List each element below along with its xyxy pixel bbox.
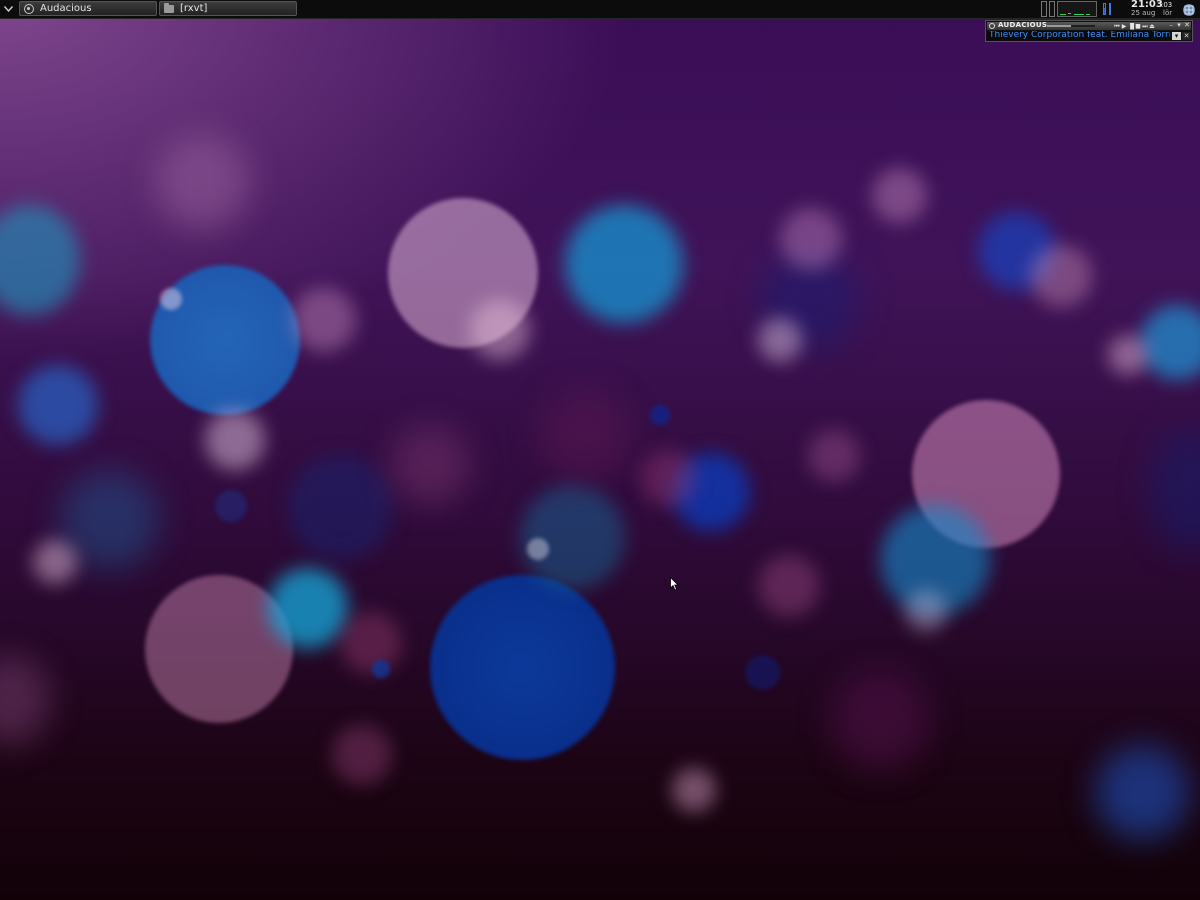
bokeh-circle (205, 410, 265, 470)
bokeh-circle (872, 168, 927, 223)
bokeh-circle (758, 555, 820, 617)
bokeh-circle (155, 135, 250, 230)
bokeh-circle (33, 540, 77, 584)
top-panel: Audacious [rxvt] 21:03 :03 25 aug lör (0, 0, 1200, 19)
folder-icon (164, 2, 174, 13)
player-controls: ⏮ ▶ ▐▌ ■ ⏭ ⏏ (1114, 22, 1155, 30)
taskbar-item-label: Audacious (40, 3, 92, 14)
taskbar-item-rxvt[interactable]: [rxvt] (159, 1, 297, 16)
bokeh-circle (292, 288, 356, 352)
bokeh-circle (780, 208, 842, 270)
bokeh-circle (1140, 305, 1200, 380)
bokeh-circle (1030, 245, 1092, 307)
song-title-bar[interactable]: Thievery Corporation feat. Emiliana Torr… (987, 31, 1170, 41)
chevron-down-icon[interactable] (1, 1, 16, 17)
bokeh-circle (1150, 430, 1200, 550)
close-icon[interactable]: ✕ (1184, 22, 1190, 29)
menu-dropdown-icon[interactable]: ▾ (1172, 32, 1181, 40)
cpu-graph[interactable] (1041, 1, 1055, 17)
bokeh-circle (540, 390, 630, 480)
player-window-buttons: – ▾ ✕ (1168, 22, 1190, 29)
taskbar-item-label: [rxvt] (180, 3, 208, 14)
stop-icon[interactable]: ■ (1135, 23, 1141, 30)
bokeh-circle (640, 450, 696, 506)
clock-date: 25 aug (1131, 9, 1156, 17)
bokeh-circle (1095, 745, 1190, 840)
taskbar-item-audacious[interactable]: Audacious (19, 1, 157, 16)
tray-app-icon[interactable] (1182, 2, 1196, 16)
clock-day: lör (1163, 9, 1173, 17)
bokeh-circle (1108, 335, 1148, 375)
previous-icon[interactable]: ⏮ (1114, 23, 1120, 30)
next-icon[interactable]: ⏭ (1142, 23, 1148, 30)
bokeh-circle (808, 430, 860, 482)
bokeh-circle (758, 318, 802, 362)
close-icon[interactable]: ✕ (1182, 32, 1191, 40)
shade-icon[interactable]: ▾ (1176, 22, 1182, 29)
song-bar-buttons: ▾ ✕ (1172, 32, 1191, 40)
desktop-wallpaper (0, 0, 1200, 900)
eject-icon[interactable]: ⏏ (1149, 23, 1155, 30)
bokeh-circle (745, 655, 780, 690)
bokeh-circle (430, 575, 615, 760)
bokeh-circle (905, 590, 947, 632)
bokeh-circle (390, 425, 470, 505)
play-icon[interactable]: ▶ (1121, 23, 1127, 30)
bokeh-circle (160, 288, 182, 310)
audacious-player[interactable]: AUDACIOUS ⏮ ▶ ▐▌ ■ ⏭ ⏏ – ▾ ✕ Thievery Co… (985, 20, 1193, 42)
mouse-cursor-icon (670, 576, 680, 591)
audacious-logo-icon (989, 23, 995, 29)
bokeh-circle (672, 768, 716, 812)
bokeh-circle (470, 300, 530, 360)
bokeh-circle (215, 490, 247, 522)
bokeh-circle (527, 538, 549, 560)
system-tray: 21:03 :03 25 aug lör (1035, 0, 1200, 18)
bokeh-circle (268, 568, 348, 648)
bokeh-circle (288, 455, 393, 560)
player-app-name: AUDACIOUS (998, 21, 1048, 29)
bokeh-circle (0, 205, 80, 315)
bokeh-circle (18, 365, 98, 445)
audacious-icon (24, 3, 34, 14)
bokeh-circle (830, 670, 930, 770)
bokeh-circle (650, 405, 670, 425)
bokeh-circle (565, 205, 683, 323)
pause-icon[interactable]: ▐▌ (1128, 23, 1134, 30)
network-graph[interactable] (1057, 1, 1097, 17)
memory-meter[interactable] (1103, 3, 1111, 15)
bokeh-circle (372, 660, 390, 678)
clock-seconds: :03 (1161, 1, 1173, 9)
minimize-icon[interactable]: – (1168, 22, 1174, 29)
bokeh-circle (332, 725, 392, 785)
bokeh-circle (0, 655, 50, 745)
seek-bar[interactable] (1047, 25, 1095, 27)
now-playing-text: Thievery Corporation feat. Emiliana Torr… (989, 31, 1170, 40)
player-titlebar[interactable]: AUDACIOUS ⏮ ▶ ▐▌ ■ ⏭ ⏏ – ▾ ✕ (987, 21, 1191, 30)
bokeh-circle (340, 612, 402, 674)
